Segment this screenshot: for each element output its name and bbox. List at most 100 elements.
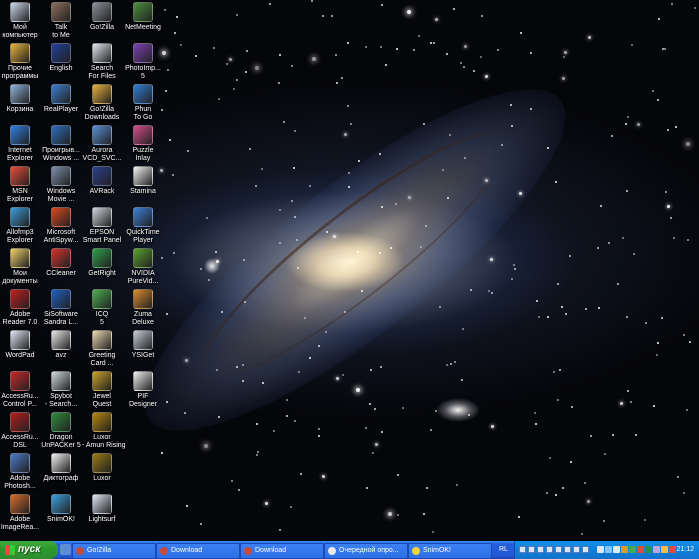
desktop-icon[interactable]: Adobe ImageRea... [0,494,40,532]
tray-icq-icon[interactable] [629,546,636,553]
desktop-icon[interactable]: AccessRu... DSL [0,412,40,450]
star [242,380,244,382]
tray-volume-icon[interactable] [613,546,620,553]
media-shuffle-icon[interactable] [573,546,580,553]
desktop-icon[interactable]: Greeting Card ... [82,330,122,368]
desktop-icon[interactable]: SiSoftware Sandra L... [41,289,81,327]
desktop-icon[interactable]: MSN Explorer [0,166,40,204]
media-next-icon[interactable] [555,546,562,553]
task-button[interactable]: Очередной опро... [324,543,408,559]
desktop-icon[interactable]: Puzzle Inlay [123,125,163,163]
search-files-icon [92,43,112,63]
desktop-icon[interactable]: Zuma Deluxe [123,289,163,327]
star [664,48,666,50]
desktop[interactable]: Мой компьютер Прочие программы Корзина Intern… [0,0,699,541]
desktop-icon-label: AccessRu... Control P... [1,393,39,408]
desktop-icon[interactable]: Luxor - Amun Rising [82,412,126,450]
desktop-icon[interactable]: Диктограф [41,453,81,483]
media-repeat-icon[interactable] [564,546,571,553]
star [470,289,472,291]
tray-app2-icon[interactable] [661,546,668,553]
desktop-icon[interactable]: Microsoft AntiSpyw... [41,207,81,245]
desktop-icon-label: QuickTime Player [126,229,160,244]
desktop-icon[interactable]: EPSON Smart Panel [82,207,122,245]
desktop-icon[interactable]: Adobe Photosh... [0,453,40,491]
desktop-icon[interactable]: Luxor [82,453,122,483]
desktop-icon[interactable]: PhotoImp... 5 [123,43,163,81]
desktop-icon[interactable]: Lightsurf [82,494,122,524]
start-button[interactable]: пуск [0,541,58,559]
desktop-icon[interactable]: Мои документы [0,248,40,286]
desktop-icon-label: Microsoft AntiSpyw... [43,229,79,244]
desktop-icon[interactable]: Spybot - Search... [41,371,81,409]
desktop-icon[interactable]: Search For Files [82,43,122,81]
desktop-icon[interactable]: Allofmp3 Explorer [0,207,40,245]
desktop-icon[interactable]: AVRack [82,166,122,196]
desktop-icon[interactable]: YSIGet [123,330,163,360]
desktop-icon[interactable]: Корзина [0,84,40,114]
desktop-icon[interactable]: PIF Designer [123,371,163,409]
desktop-icon[interactable]: GetRight [82,248,122,278]
desktop-icon[interactable]: Проигрыв... Windows ... [41,125,81,163]
desktop-icon[interactable]: Windows Movie ... [41,166,81,204]
media-stop-icon[interactable] [519,546,526,553]
desktop-icon[interactable]: ICQ 5 [82,289,122,327]
desktop-icon-label: avz [55,352,67,359]
star [366,487,368,489]
desktop-icon[interactable]: Dragon UnPACKer 5 [41,412,81,450]
media-prev-icon[interactable] [528,546,535,553]
tray-network-icon[interactable] [605,546,612,553]
desktop-icon[interactable]: Internet Explorer [0,125,40,163]
show-desktop-icon[interactable] [60,544,71,555]
diktograf-icon [51,453,71,473]
media-play-icon[interactable] [537,546,544,553]
star [461,379,463,381]
desktop-icon[interactable]: Talk to Me [41,2,81,40]
desktop-icon[interactable]: Go!Zilla Downloads [82,84,122,122]
task-button[interactable]: Download [240,543,324,559]
desktop-icon[interactable]: Мой компьютер [0,2,40,40]
tray-download-icon[interactable] [637,546,644,553]
desktop-icon[interactable]: avz [41,330,81,360]
desktop-icon[interactable]: WordPad [0,330,40,360]
star [413,49,415,51]
desktop-icon[interactable]: Aurora VCD_SVC... [82,125,122,163]
star [423,513,425,515]
desktop-icon[interactable]: Phun To Go [123,84,163,122]
star [557,399,559,401]
desktop-icon[interactable]: Stamina [123,166,163,196]
stamina-icon [133,166,153,186]
star [454,361,456,363]
tray-app3-icon[interactable] [669,546,676,553]
star [298,371,300,373]
media-pause-icon[interactable] [546,546,553,553]
desktop-icon[interactable]: NVIDIA PureVid... [123,248,163,286]
desktop-icon[interactable]: AccessRu... Control P... [0,371,40,409]
desktop-icon[interactable]: Jewel Quest [82,371,122,409]
task-button[interactable]: Download [156,543,240,559]
desktop-icon[interactable]: CCleaner [41,248,81,278]
media-volume-icon[interactable] [582,546,589,553]
star [294,420,296,422]
desktop-icon[interactable]: NetMeeting [123,2,163,32]
desktop-icon[interactable]: English [41,43,81,73]
task-button[interactable]: SnimOK! [408,543,492,559]
star [245,71,247,73]
task-button[interactable]: Go!Zilla [72,543,156,559]
tray-shield-icon[interactable] [645,546,652,553]
star [265,502,268,505]
clock[interactable]: 21:12 [676,541,694,559]
desktop-icon[interactable]: Прочие программы [0,43,40,81]
tray-monitor-icon[interactable] [597,546,604,553]
star [683,492,685,494]
desktop-icon[interactable]: Go!Zilla [82,2,122,32]
desktop-icon[interactable]: SnimOK! [41,494,81,524]
tray-antivirus-icon[interactable] [621,546,628,553]
desktop-icon[interactable]: RealPlayer [41,84,81,114]
star [255,185,257,187]
desktop-icon[interactable]: Adobe Reader 7.0 [0,289,40,327]
star [283,121,285,123]
desktop-icon[interactable]: QuickTime Player [123,207,163,245]
tray-app-icon[interactable] [653,546,660,553]
language-indicator[interactable]: RL [499,544,508,556]
